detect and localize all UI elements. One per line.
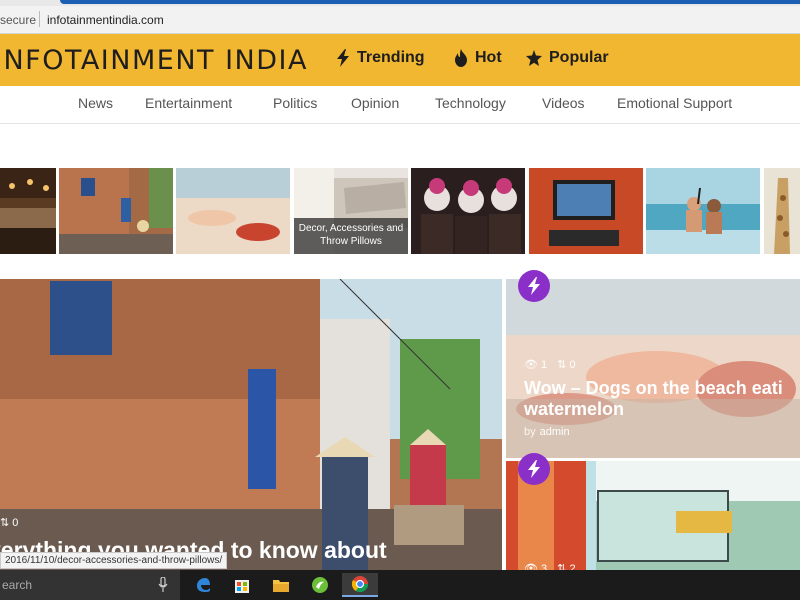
couple-sea-image	[646, 168, 760, 254]
featured-article[interactable]: ⇅ 0 verything you wanted to know about	[0, 279, 502, 570]
thumbnail-couple-sea[interactable]	[646, 168, 760, 254]
thumbnail-beach-dogs[interactable]	[176, 168, 290, 254]
thumbnail-street[interactable]	[59, 168, 173, 254]
eye-icon: 👁	[524, 359, 538, 371]
store-icon	[235, 580, 249, 593]
active-tab-indicator[interactable]	[60, 0, 800, 4]
taskbar-search[interactable]: earch	[0, 570, 180, 600]
thumbnail-gaming[interactable]	[529, 168, 643, 254]
browser-window: secure infotainmentindia.com INFOTAINMEN…	[0, 0, 800, 600]
edge-icon	[197, 578, 210, 592]
site-logo[interactable]: INFOTAINMENT INDIA	[0, 45, 308, 76]
bolt-icon	[337, 49, 349, 67]
nav-trending[interactable]: Trending	[336, 49, 425, 67]
share-icon: ⇅	[0, 517, 10, 529]
views-stat: 👁 3	[524, 562, 547, 570]
file-explorer-icon	[273, 580, 289, 592]
featured-image	[0, 279, 502, 570]
street-image	[59, 168, 173, 254]
trending-badge[interactable]	[518, 270, 550, 302]
url-text[interactable]: infotainmentindia.com	[47, 13, 164, 27]
category-nav: News Entertainment Politics Opinion Tech…	[0, 86, 800, 124]
nav-hot[interactable]: Hot	[454, 49, 502, 67]
microphone-icon[interactable]	[158, 577, 168, 593]
nav-trending-label: Trending	[357, 49, 425, 66]
share-icon: ⇅	[557, 359, 567, 371]
taskbar-edge[interactable]	[185, 573, 221, 597]
nav-popular[interactable]: Popular	[526, 49, 609, 67]
masks-image	[411, 168, 525, 254]
bolt-icon	[528, 460, 540, 478]
nav-popular-label: Popular	[549, 49, 609, 66]
share-icon: ⇅	[557, 563, 567, 570]
taskbar-app[interactable]	[302, 573, 338, 597]
article-card[interactable]: 👁 3 ⇅ 2	[506, 461, 800, 570]
category-entertainment[interactable]: Entertainment	[145, 95, 232, 111]
category-opinion[interactable]: Opinion	[351, 95, 399, 111]
trending-badge[interactable]	[518, 453, 550, 485]
shares-stat: ⇅ 0	[557, 358, 575, 371]
chrome-icon	[351, 576, 369, 593]
category-technology[interactable]: Technology	[435, 95, 506, 111]
app-icon	[312, 577, 328, 593]
status-bar-url: 2016/11/10/decor-accessories-and-throw-p…	[0, 552, 228, 569]
thumbnail-decor[interactable]: Decor, Accessories and Throw Pillows	[294, 168, 408, 254]
card-byline: by admin	[524, 426, 570, 438]
card-title-line: watermelon	[524, 399, 625, 419]
category-politics[interactable]: Politics	[273, 95, 317, 111]
category-news[interactable]: News	[78, 95, 113, 111]
star-icon	[526, 50, 542, 66]
share-count: 2	[569, 563, 576, 570]
card-stats: 👁 3 ⇅ 2	[524, 562, 576, 570]
taskbar-store[interactable]	[224, 573, 260, 597]
thumbnail-masks[interactable]	[411, 168, 525, 254]
flame-icon	[455, 49, 467, 67]
author-link[interactable]: admin	[540, 426, 570, 438]
taskbar-chrome[interactable]	[342, 573, 378, 597]
site-header: INFOTAINMENT INDIA Trending Hot Popular	[0, 34, 800, 86]
category-emotional-support[interactable]: Emotional Support	[617, 95, 732, 111]
gaming-image	[529, 168, 643, 254]
nav-hot-label: Hot	[475, 49, 502, 66]
thumbnail-caption[interactable]: Decor, Accessories and Throw Pillows	[294, 218, 408, 254]
security-label[interactable]: secure	[0, 13, 36, 27]
address-divider	[39, 11, 40, 27]
article-card[interactable]: 👁 1 ⇅ 0 Wow – Dogs on the beach eati wat…	[506, 279, 800, 458]
address-bar[interactable]: secure infotainmentindia.com	[0, 6, 800, 34]
cafe-image	[0, 168, 56, 254]
byline-prefix: by	[524, 426, 536, 438]
giraffe-image	[764, 168, 800, 254]
category-videos[interactable]: Videos	[542, 95, 585, 111]
taskbar: earch	[0, 570, 800, 600]
eye-icon: 👁	[524, 563, 538, 570]
card-stats: 👁 1 ⇅ 0	[524, 358, 576, 371]
thumbnail-cafe[interactable]	[0, 168, 56, 254]
feature-share-count: 0	[12, 517, 19, 529]
view-count: 1	[541, 359, 548, 371]
card-image	[506, 461, 800, 570]
feature-stats: ⇅ 0	[0, 516, 18, 529]
thumbnail-giraffe[interactable]	[764, 168, 800, 254]
share-count: 0	[569, 359, 576, 371]
shares-stat: ⇅ 2	[557, 562, 575, 570]
views-stat: 👁 1	[524, 358, 547, 371]
card-title-line: Wow – Dogs on the beach eati	[524, 378, 783, 398]
view-count: 3	[541, 563, 548, 570]
beach-dogs-image	[176, 168, 290, 254]
bolt-icon	[528, 277, 540, 295]
card-title[interactable]: Wow – Dogs on the beach eati watermelon	[524, 378, 783, 420]
taskbar-file-explorer[interactable]	[263, 573, 299, 597]
search-placeholder: earch	[2, 578, 33, 592]
